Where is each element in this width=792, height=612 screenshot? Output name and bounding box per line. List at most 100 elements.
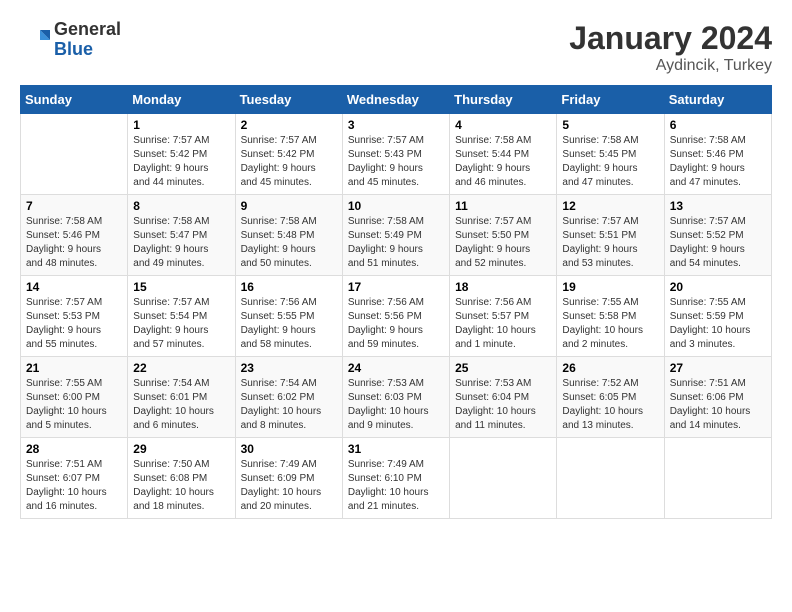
day-number: 7 [26,199,122,213]
calendar-cell: 31 Sunrise: 7:49 AMSunset: 6:10 PMDayligh… [342,438,449,519]
logo-blue: Blue [54,40,121,60]
calendar-header-monday: Monday [128,86,235,114]
calendar-cell: 17Sunrise: 7:56 AMSunset: 5:56 PMDayligh… [342,276,449,357]
day-info: Sunrise: 7:58 AMSunset: 5:45 PMDaylight:… [562,134,658,190]
calendar-cell: 16Sunrise: 7:56 AMSunset: 5:55 PMDayligh… [235,276,342,357]
day-info: Sunrise: 7:52 AMSunset: 6:05 PMDaylight:… [562,377,658,433]
title-block: January 2024 Aydincik, Turkey [569,20,772,75]
calendar-week-2: 7 Sunrise: 7:58 AMSunset: 5:46 PMDaylight… [21,195,772,276]
calendar-header-wednesday: Wednesday [342,86,449,114]
day-info: Sunrise: 7:56 AMSunset: 5:56 PMDaylight:… [348,296,444,352]
calendar-cell: 2 Sunrise: 7:57 AMSunset: 5:42 PMDaylight… [235,114,342,195]
day-info: Sunrise: 7:55 AMSunset: 6:00 PMDaylight:… [26,377,122,433]
calendar-cell: 20Sunrise: 7:55 AMSunset: 5:59 PMDayligh… [664,276,771,357]
day-info: Sunrise: 7:55 AMSunset: 5:58 PMDaylight:… [562,296,658,352]
day-info: Sunrise: 7:58 AMSunset: 5:46 PMDaylight:… [670,134,766,190]
calendar-cell: 5 Sunrise: 7:58 AMSunset: 5:45 PMDaylight… [557,114,664,195]
calendar-cell: 4Sunrise: 7:58 AMSunset: 5:44 PMDaylight… [450,114,557,195]
day-number: 3 [348,118,444,132]
day-info: Sunrise: 7:53 AMSunset: 6:03 PMDaylight:… [348,377,444,433]
day-info: Sunrise: 7:57 AMSunset: 5:52 PMDaylight:… [670,215,766,271]
day-number: 1 [133,118,229,132]
day-number: 9 [241,199,337,213]
day-number: 30 [241,442,337,456]
day-number: 12 [562,199,658,213]
day-info: Sunrise: 7:51 AMSunset: 6:06 PMDaylight:… [670,377,766,433]
calendar-cell: 28 Sunrise: 7:51 AMSunset: 6:07 PMDayligh… [21,438,128,519]
calendar-header-sunday: Sunday [21,86,128,114]
day-info: Sunrise: 7:49 AMSunset: 6:10 PMDaylight:… [348,458,444,514]
calendar-cell: 13 Sunrise: 7:57 AMSunset: 5:52 PMDayligh… [664,195,771,276]
page-header: General Blue January 2024 Aydincik, Turk… [20,20,772,75]
day-info: Sunrise: 7:49 AMSunset: 6:09 PMDaylight:… [241,458,337,514]
day-info: Sunrise: 7:53 AMSunset: 6:04 PMDaylight:… [455,377,551,433]
calendar-cell: 9 Sunrise: 7:58 AMSunset: 5:48 PMDaylight… [235,195,342,276]
calendar-cell: 3 Sunrise: 7:57 AMSunset: 5:43 PMDaylight… [342,114,449,195]
day-info: Sunrise: 7:58 AMSunset: 5:49 PMDaylight:… [348,215,444,271]
day-number: 2 [241,118,337,132]
calendar-week-1: 1 Sunrise: 7:57 AMSunset: 5:42 PMDaylight… [21,114,772,195]
calendar-week-3: 14 Sunrise: 7:57 AMSunset: 5:53 PMDayligh… [21,276,772,357]
day-info: Sunrise: 7:57 AMSunset: 5:42 PMDaylight:… [133,134,229,190]
calendar-cell: 25 Sunrise: 7:53 AMSunset: 6:04 PMDayligh… [450,357,557,438]
day-number: 21 [26,361,122,375]
calendar-cell: 11Sunrise: 7:57 AMSunset: 5:50 PMDayligh… [450,195,557,276]
day-info: Sunrise: 7:57 AMSunset: 5:50 PMDaylight:… [455,215,551,271]
calendar-table: SundayMondayTuesdayWednesdayThursdayFrid… [20,85,772,519]
month-title: January 2024 [569,20,772,57]
calendar-cell [21,114,128,195]
day-info: Sunrise: 7:57 AMSunset: 5:51 PMDaylight:… [562,215,658,271]
calendar-cell [450,438,557,519]
day-number: 26 [562,361,658,375]
day-info: Sunrise: 7:58 AMSunset: 5:44 PMDaylight:… [455,134,551,190]
day-number: 29 [133,442,229,456]
day-number: 19 [562,280,658,294]
calendar-cell: 18Sunrise: 7:56 AMSunset: 5:57 PMDayligh… [450,276,557,357]
calendar-cell: 26 Sunrise: 7:52 AMSunset: 6:05 PMDayligh… [557,357,664,438]
calendar-cell: 19 Sunrise: 7:55 AMSunset: 5:58 PMDayligh… [557,276,664,357]
day-number: 20 [670,280,766,294]
calendar-cell: 14 Sunrise: 7:57 AMSunset: 5:53 PMDayligh… [21,276,128,357]
day-info: Sunrise: 7:58 AMSunset: 5:46 PMDaylight:… [26,215,122,271]
day-number: 10 [348,199,444,213]
day-info: Sunrise: 7:54 AMSunset: 6:02 PMDaylight:… [241,377,337,433]
day-number: 5 [562,118,658,132]
calendar-cell [557,438,664,519]
day-number: 23 [241,361,337,375]
day-number: 31 [348,442,444,456]
day-info: Sunrise: 7:58 AMSunset: 5:48 PMDaylight:… [241,215,337,271]
calendar-cell: 23 Sunrise: 7:54 AMSunset: 6:02 PMDayligh… [235,357,342,438]
calendar-cell: 12 Sunrise: 7:57 AMSunset: 5:51 PMDayligh… [557,195,664,276]
calendar-week-4: 21 Sunrise: 7:55 AMSunset: 6:00 PMDayligh… [21,357,772,438]
day-info: Sunrise: 7:58 AMSunset: 5:47 PMDaylight:… [133,215,229,271]
day-info: Sunrise: 7:51 AMSunset: 6:07 PMDaylight:… [26,458,122,514]
calendar-cell: 21 Sunrise: 7:55 AMSunset: 6:00 PMDayligh… [21,357,128,438]
day-info: Sunrise: 7:57 AMSunset: 5:53 PMDaylight:… [26,296,122,352]
day-number: 13 [670,199,766,213]
calendar-header-row: SundayMondayTuesdayWednesdayThursdayFrid… [21,86,772,114]
day-info: Sunrise: 7:57 AMSunset: 5:42 PMDaylight:… [241,134,337,190]
logo: General Blue [20,20,121,60]
calendar-cell: 27 Sunrise: 7:51 AMSunset: 6:06 PMDayligh… [664,357,771,438]
day-number: 14 [26,280,122,294]
location: Aydincik, Turkey [569,57,772,75]
day-number: 27 [670,361,766,375]
logo-text: General Blue [54,20,121,60]
day-number: 25 [455,361,551,375]
calendar-cell: 6Sunrise: 7:58 AMSunset: 5:46 PMDaylight… [664,114,771,195]
calendar-cell: 1 Sunrise: 7:57 AMSunset: 5:42 PMDaylight… [128,114,235,195]
calendar-cell: 10 Sunrise: 7:58 AMSunset: 5:49 PMDayligh… [342,195,449,276]
calendar-header-thursday: Thursday [450,86,557,114]
day-number: 8 [133,199,229,213]
calendar-cell: 30 Sunrise: 7:49 AMSunset: 6:09 PMDayligh… [235,438,342,519]
day-info: Sunrise: 7:57 AMSunset: 5:43 PMDaylight:… [348,134,444,190]
day-number: 15 [133,280,229,294]
calendar-header-tuesday: Tuesday [235,86,342,114]
day-number: 24 [348,361,444,375]
day-info: Sunrise: 7:57 AMSunset: 5:54 PMDaylight:… [133,296,229,352]
calendar-cell [664,438,771,519]
logo-general: General [54,20,121,40]
day-number: 22 [133,361,229,375]
day-number: 28 [26,442,122,456]
calendar-cell: 22Sunrise: 7:54 AMSunset: 6:01 PMDayligh… [128,357,235,438]
